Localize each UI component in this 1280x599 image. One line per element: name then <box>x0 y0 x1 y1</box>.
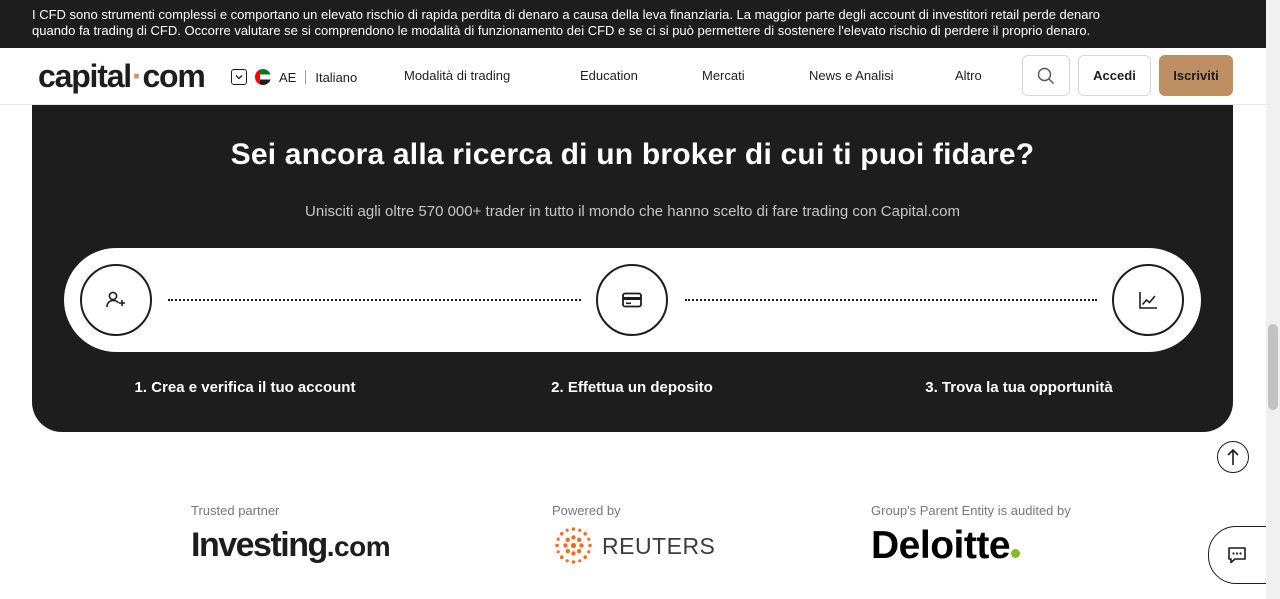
step-connector-2 <box>685 299 1097 301</box>
uae-flag-icon <box>255 69 271 85</box>
nav-markets[interactable]: Mercati <box>702 68 745 84</box>
nav-trading-modes[interactable]: Modalità di trading <box>404 68 510 84</box>
credit-card-icon <box>622 292 642 308</box>
login-button[interactable]: Accedi <box>1078 55 1151 96</box>
nav-more[interactable]: Altro <box>955 68 982 84</box>
chevron-down-icon[interactable] <box>231 69 247 85</box>
cta-subtitle: Unisciti agli oltre 570 000+ trader in t… <box>305 203 960 220</box>
partner-deloitte: Group's Parent Entity is audited by Delo… <box>871 503 1071 566</box>
broker-cta-section: Sei ancora alla ricerca di un broker di … <box>32 105 1233 432</box>
page-scrollbar-thumb[interactable] <box>1268 324 1278 410</box>
investing-com-logo: Investing.com <box>191 526 391 565</box>
nav-education[interactable]: Education <box>580 68 638 84</box>
partner-deloitte-caption: Group's Parent Entity is audited by <box>871 503 1071 518</box>
region-code: AE <box>279 69 297 85</box>
chat-icon <box>1228 547 1246 564</box>
back-to-top-button[interactable] <box>1217 441 1249 473</box>
signup-button[interactable]: Iscriviti <box>1159 55 1233 96</box>
risk-warning-line-2: quando fa trading di CFD. Occorre valuta… <box>32 23 1091 38</box>
deloitte-green-dot <box>1011 549 1021 558</box>
step-1-label: 1. Crea e verifica il tuo account <box>134 379 356 396</box>
investing-logo-suffix: .com <box>326 531 391 562</box>
nav-news-analysis[interactable]: News e Analisi <box>809 68 894 84</box>
risk-warning-banner: I CFD sono strumenti complessi e comport… <box>0 0 1280 48</box>
cta-title: Sei ancora alla ricerca di un broker di … <box>230 138 1035 171</box>
site-header: capital·com AE Italiano Modalità di trad… <box>0 48 1280 105</box>
step-1-circle <box>80 264 152 336</box>
language-label: Italiano <box>315 69 358 85</box>
region-language-selector[interactable]: AE Italiano <box>231 67 357 87</box>
arrow-up-icon <box>1227 448 1239 465</box>
line-chart-icon <box>1139 292 1157 309</box>
partner-reuters: Powered by REUTERS <box>552 503 715 567</box>
search-icon <box>1037 67 1054 84</box>
step-2-label: 2. Effettua un deposito <box>551 379 713 396</box>
step-2-circle <box>596 264 668 336</box>
logo-text-right: com <box>142 58 205 94</box>
investing-logo-main: Investing <box>191 526 328 564</box>
search-button[interactable] <box>1022 55 1070 96</box>
step-3-label: 3. Trova la tua opportunità <box>925 379 1113 396</box>
deloitte-logo: Deloitte <box>871 526 1071 566</box>
partner-investing-caption: Trusted partner <box>191 503 280 518</box>
risk-warning-line-1: I CFD sono strumenti complessi e comport… <box>32 7 1101 22</box>
reuters-wordmark: REUTERS <box>602 532 716 559</box>
partner-investing: Trusted partner Investing.com <box>191 503 391 565</box>
deloitte-wordmark: Deloitte <box>871 524 1011 567</box>
reuters-logo: REUTERS <box>552 524 715 567</box>
add-user-icon <box>106 291 125 308</box>
region-separator <box>305 70 307 84</box>
steps-track <box>64 248 1201 352</box>
step-connector-1 <box>168 299 581 301</box>
reuters-dots-icon <box>555 527 592 564</box>
capital-com-logo[interactable]: capital·com <box>38 56 206 96</box>
partner-reuters-caption: Powered by <box>552 503 621 518</box>
chat-button[interactable] <box>1208 526 1272 584</box>
page: I CFD sono strumenti complessi e comport… <box>0 0 1280 599</box>
logo-dot: · <box>131 58 143 94</box>
step-3-circle <box>1112 264 1184 336</box>
page-scrollbar-track[interactable] <box>1266 0 1280 599</box>
logo-text-left: capital <box>38 58 132 94</box>
